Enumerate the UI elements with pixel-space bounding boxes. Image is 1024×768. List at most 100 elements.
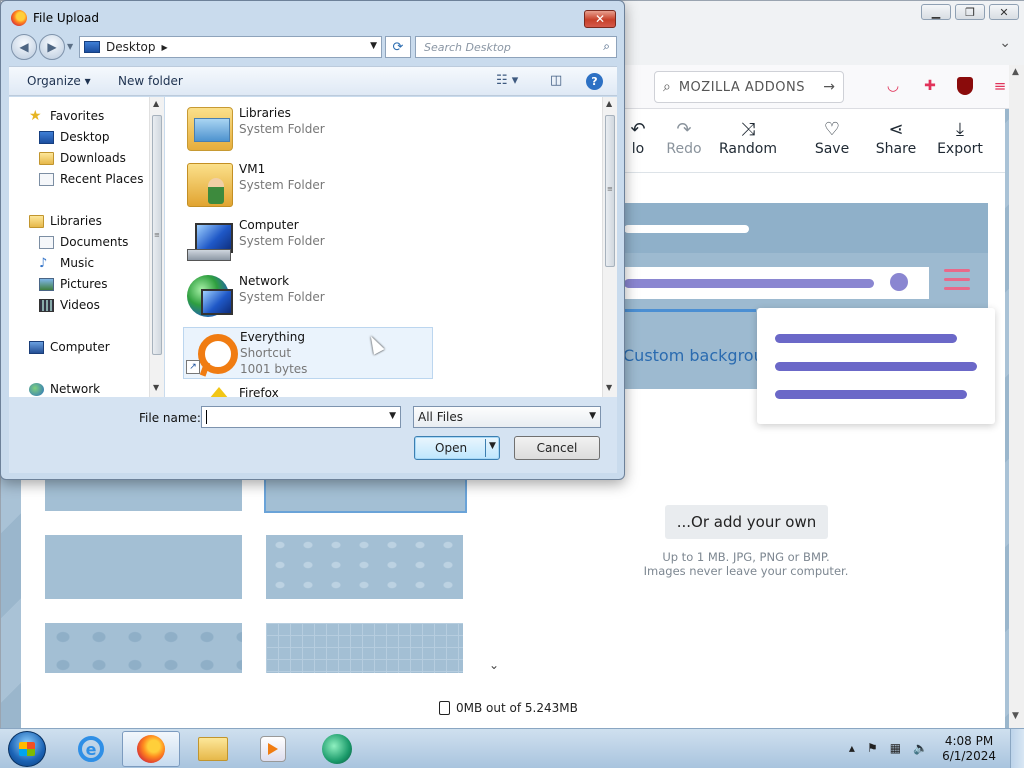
nav-pictures[interactable]: Pictures [39,277,108,291]
file-item-network[interactable]: Network System Folder [183,271,433,323]
network-status-icon[interactable]: ▦ [890,741,901,755]
scroll-up-icon[interactable]: ▲ [153,99,159,108]
minimize-button[interactable]: ▁ [921,4,951,20]
document-icon [439,701,450,715]
help-icon[interactable]: ? [586,73,603,90]
scroll-down-icon[interactable]: ▼ [153,383,159,392]
file-item-libraries[interactable]: Libraries System Folder [183,103,433,155]
file-name-input[interactable]: ▼ [201,406,401,428]
ublock-icon[interactable] [954,75,976,97]
arrow-right-icon[interactable]: → [823,79,835,95]
clock[interactable]: 4:08 PM 6/1/2024 [942,734,996,764]
file-type-select[interactable]: All Files ▼ [413,406,601,428]
back-button[interactable]: ◀ [11,34,37,60]
nav-videos[interactable]: Videos [39,298,100,312]
nav-downloads[interactable]: Downloads [39,151,126,165]
scroll-up-icon[interactable]: ▲ [606,99,612,108]
grip-icon: ≡ [607,185,613,193]
refresh-button[interactable]: ⟳ [385,36,411,58]
nav-desktop[interactable]: Desktop [39,130,110,144]
preview-urlbar [624,279,874,288]
gallery-scroll-down-icon[interactable]: ⌄ [489,658,499,672]
nav-libraries[interactable]: Libraries [29,214,102,228]
breadcrumb-chevron-icon[interactable]: ▶ [162,43,168,52]
history-dropdown-icon[interactable]: ▼ [67,42,73,51]
cancel-button[interactable]: Cancel [514,436,600,460]
background-option[interactable] [45,479,242,511]
dialog-close-button[interactable]: ✕ [584,10,616,28]
address-dropdown-icon[interactable]: ▼ [370,41,377,51]
file-item-computer[interactable]: Computer System Folder [183,215,433,267]
view-options-icon[interactable]: ☷ ▾ [496,73,518,88]
open-dropdown-icon[interactable]: ▼ [489,441,496,451]
background-option[interactable] [266,535,463,599]
nav-recent-places[interactable]: Recent Places [39,172,143,186]
nav-pane-scrollbar[interactable]: ▲ ≡ ▼ [149,97,164,397]
tab-list-chevron-icon[interactable]: ⌄ [999,35,1011,51]
custom-background-heading: Custom backgroun [623,346,774,365]
breadcrumb-desktop[interactable]: Desktop [106,40,156,54]
page-scrollbar[interactable]: ▲ ▼ [1009,65,1024,729]
search-input[interactable]: Search Desktop ⌕ [415,36,617,58]
organize-menu[interactable]: Organize ▾ [27,74,91,88]
show-desktop-button[interactable] [1010,729,1024,768]
pocket-icon[interactable]: ◡ [882,75,904,97]
save-button[interactable]: ♡ Save [797,119,867,157]
hamburger-menu-icon[interactable]: ≡ [989,75,1011,97]
folder-icon [198,737,228,761]
nav-music[interactable]: ♪ Music [39,256,94,270]
file-item-everything[interactable]: ↗ Everything Shortcut 1001 bytes [183,327,433,379]
background-option[interactable] [266,623,463,673]
volume-muted-icon[interactable]: 🔈 [913,741,928,755]
taskbar-app[interactable] [308,731,366,767]
scroll-down-icon[interactable]: ▼ [606,383,612,392]
tray-expand-icon[interactable]: ▴ [849,741,855,755]
star-icon: ★ [29,108,42,124]
nav-computer[interactable]: Computer [29,340,110,354]
redo-button[interactable]: ↷ Redo [649,119,719,157]
firefox-icon [187,387,233,397]
downloads-folder-icon [39,151,54,165]
file-item-firefox[interactable]: Firefox [183,383,433,397]
back-arrow-icon: ◀ [19,40,29,54]
nav-favorites[interactable]: ★ Favorites [29,109,104,123]
background-option[interactable] [45,535,242,599]
share-button[interactable]: ⋖ Share [861,119,931,157]
start-button[interactable] [8,731,46,767]
nav-network[interactable]: Network [29,382,100,396]
open-button[interactable]: Open ▼ [414,436,500,460]
add-own-button[interactable]: ...Or add your own [665,505,828,539]
close-window-button[interactable]: ✕ [989,4,1019,20]
download-icon: ⤓ [956,119,964,140]
forward-arrow-icon: ▶ [47,40,57,54]
window-controls: ▁ ❐ ✕ [921,4,1019,20]
media-player-icon [260,736,286,762]
taskbar-internet-explorer[interactable]: e [62,731,120,767]
refresh-icon: ⟳ [392,39,404,55]
nav-documents[interactable]: Documents [39,235,128,249]
random-button[interactable]: ⤨ Random [713,119,783,157]
forward-button[interactable]: ▶ [39,34,65,60]
scroll-down-icon[interactable]: ▼ [1012,711,1019,721]
text-caret [206,410,207,424]
background-option[interactable] [45,623,242,673]
scroll-up-icon[interactable]: ▲ [1012,67,1019,77]
export-button[interactable]: ⤓ Export [925,119,995,157]
restore-button[interactable]: ❐ [955,4,985,20]
url-bar[interactable]: ⌕ MOZILLA ADDONS → [654,71,844,103]
extension-icon[interactable]: ✚ [919,75,941,97]
background-option-selected[interactable] [264,477,467,513]
file-type-dropdown-icon[interactable]: ▼ [589,411,596,421]
taskbar-file-explorer[interactable] [184,731,242,767]
file-item-vm1[interactable]: VM1 System Folder [183,159,433,211]
windows-logo-icon [19,742,35,756]
breadcrumb[interactable]: Desktop ▶ ▼ [79,36,382,58]
file-list-scrollbar[interactable]: ▲ ≡ ▼ [602,97,617,397]
file-name-dropdown-icon[interactable]: ▼ [389,411,396,421]
action-center-flag-icon[interactable]: ⚑ [867,741,878,755]
taskbar-firefox[interactable] [122,731,180,767]
taskbar: e ▴ ⚑ ▦ 🔈 4:08 PM 6/1/2024 [0,728,1024,768]
preview-pane-icon[interactable]: ◫ [550,73,562,88]
new-folder-button[interactable]: New folder [118,74,183,88]
taskbar-media-player[interactable] [244,731,302,767]
